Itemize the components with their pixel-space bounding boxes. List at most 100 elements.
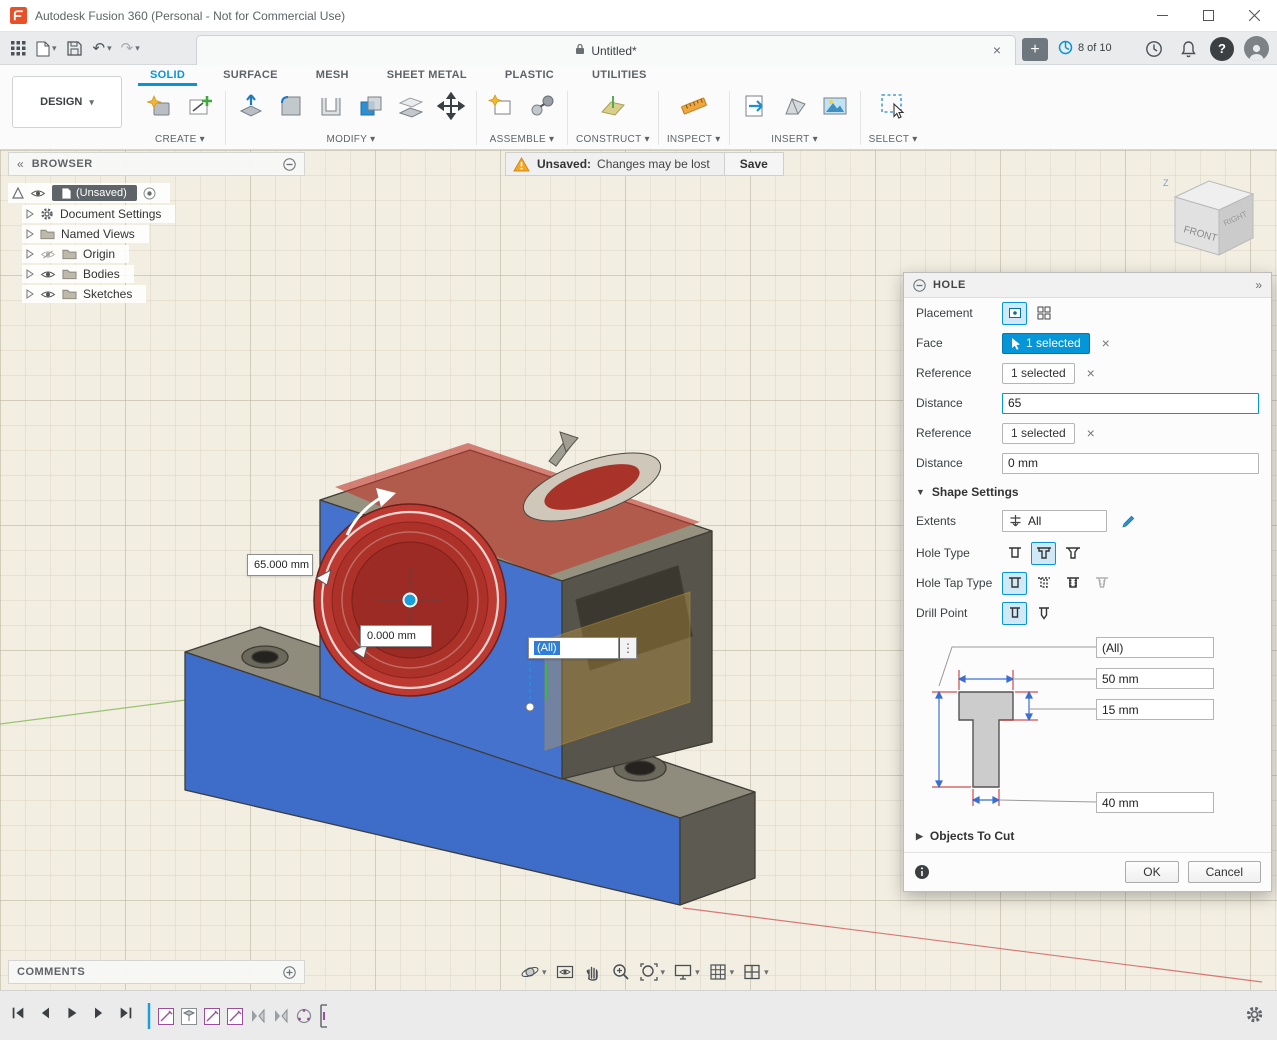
inspect-menu[interactable]: INSPECT▾ [667,134,721,145]
insert-derive-button[interactable] [738,89,772,123]
modify-menu[interactable]: MODIFY▾ [326,134,375,145]
construction-plane-button[interactable] [596,89,630,123]
offset-face-button[interactable] [394,89,428,123]
decal-button[interactable] [818,89,852,123]
activate-component-icon[interactable] [143,187,156,200]
visibility-eye-icon[interactable] [30,188,46,199]
clear-reference2-selection-icon[interactable]: × [1084,425,1098,441]
drill-point-flat-button[interactable] [1002,602,1027,625]
ok-button[interactable]: OK [1125,861,1178,883]
hole-diameter-input[interactable] [1096,792,1214,813]
timeline-feature[interactable] [180,1005,198,1027]
save-button[interactable] [63,36,87,62]
timeline-end-marker[interactable] [318,1003,330,1029]
extent-inline-handle[interactable]: ⋮ [620,637,637,659]
maximize-button[interactable] [1185,0,1231,31]
step-back-button[interactable] [37,1005,53,1021]
distance-input-1[interactable] [1002,393,1259,414]
help-icon[interactable]: ? [1210,37,1234,61]
expand-arrow-icon[interactable] [26,249,34,259]
objects-to-cut-section[interactable]: ▶ Objects To Cut [904,822,1271,848]
viewcube[interactable]: FRONT RIGHT Z [1145,160,1267,270]
tab-surface[interactable]: SURFACE [211,65,290,86]
expand-arrow-icon[interactable] [26,269,34,279]
expand-arrow-icon[interactable] [26,229,34,239]
add-comment-icon[interactable] [283,966,296,979]
viewports-button[interactable]: ▾ [739,960,772,984]
timeline-sketch-feature[interactable] [157,1005,175,1027]
tab-utilities[interactable]: UTILITIES [580,65,659,86]
dialog-expand-icon[interactable]: » [1255,278,1262,292]
browser-item-origin[interactable]: Origin [22,245,129,263]
save-link[interactable]: Save [724,153,783,175]
expand-arrow-icon[interactable] [26,289,34,299]
cbore-diameter-input[interactable] [1096,668,1214,689]
edit-pencil-icon[interactable] [1121,514,1136,529]
timeline-settings-gear-icon[interactable] [1245,1005,1264,1024]
timeline-sketch-feature[interactable] [226,1005,244,1027]
timeline-circular-pattern-feature[interactable] [295,1005,313,1027]
insert-mesh-button[interactable] [778,89,812,123]
dialog-collapse-icon[interactable] [913,279,926,292]
joint-button[interactable] [525,89,559,123]
browser-item-document-settings[interactable]: Document Settings [22,205,175,223]
visibility-eye-icon[interactable] [40,269,56,280]
expand-arrow-icon[interactable] [26,209,34,219]
tab-plastic[interactable]: PLASTIC [493,65,566,86]
pan-button[interactable] [580,960,606,984]
tab-solid[interactable]: SOLID [138,65,197,86]
move-arrow[interactable] [549,432,578,466]
placement-multiple-button[interactable] [1031,302,1056,325]
redo-button[interactable]: ↷ ▾ [118,36,143,62]
browser-root-row[interactable]: (Unsaved) [8,183,170,203]
select-tool-button[interactable] [876,89,910,123]
zoom-button[interactable] [608,960,634,984]
orbit-button[interactable]: ▾ [517,960,550,984]
move-copy-button[interactable] [434,89,468,123]
visibility-eye-icon[interactable] [40,289,56,300]
undo-button[interactable]: ↶ ▾ [90,36,115,62]
tap-type-simple-button[interactable] [1002,572,1027,595]
skip-to-end-button[interactable] [118,1005,134,1021]
play-button[interactable] [64,1005,80,1021]
browser-item-named-views[interactable]: Named Views [22,225,149,243]
select-menu[interactable]: SELECT▾ [869,134,918,145]
fillet-button[interactable] [274,89,308,123]
timeline-sketch-feature[interactable] [203,1005,221,1027]
fit-button[interactable]: ▾ [636,960,669,984]
shape-settings-section[interactable]: ▼ Shape Settings [904,478,1271,504]
tab-close-icon[interactable]: × [989,42,1005,58]
browser-header[interactable]: « BROWSER [8,152,305,176]
timeline-position-marker[interactable] [146,1002,152,1030]
create-menu[interactable]: CREATE▾ [155,134,205,145]
step-forward-button[interactable] [91,1005,107,1021]
timeline-mirror-feature[interactable] [272,1005,290,1027]
distance-input-2[interactable] [1002,453,1259,474]
app-grid-button[interactable] [6,36,30,62]
document-tab[interactable]: Untitled* × [196,35,1016,65]
dimension-input-secondary[interactable]: 0.000 mm [360,625,432,647]
construct-menu[interactable]: CONSTRUCT▾ [576,134,650,145]
comments-panel[interactable]: COMMENTS [8,960,305,984]
user-avatar[interactable] [1244,36,1269,61]
browser-item-bodies[interactable]: Bodies [22,265,134,283]
reference2-selection-button[interactable]: 1 selected [1002,423,1075,444]
timeline-mirror-feature[interactable] [249,1005,267,1027]
browser-root-document[interactable]: (Unsaved) [52,185,137,201]
visibility-eye-off-icon[interactable] [40,249,56,260]
face-selection-button[interactable]: 1 selected [1002,333,1090,354]
tap-type-taper-tapped-button[interactable] [1089,572,1114,595]
hole-type-countersink-button[interactable] [1060,542,1085,565]
insert-menu[interactable]: INSERT▾ [771,134,818,145]
clear-face-selection-icon[interactable]: × [1099,335,1113,351]
hole-depth-input[interactable] [1096,637,1214,658]
placement-single-button[interactable] [1002,302,1027,325]
reference-point[interactable] [526,703,534,711]
hole-dialog-header[interactable]: HOLE » [904,273,1271,298]
press-pull-button[interactable] [234,89,268,123]
collapse-browser-icon[interactable]: « [17,157,24,171]
browser-minimize-icon[interactable] [283,158,296,171]
extents-dropdown[interactable]: All [1002,510,1107,532]
dimension-input-primary[interactable]: 65.000 mm [247,554,313,576]
drill-point-angle-button[interactable] [1031,602,1056,625]
